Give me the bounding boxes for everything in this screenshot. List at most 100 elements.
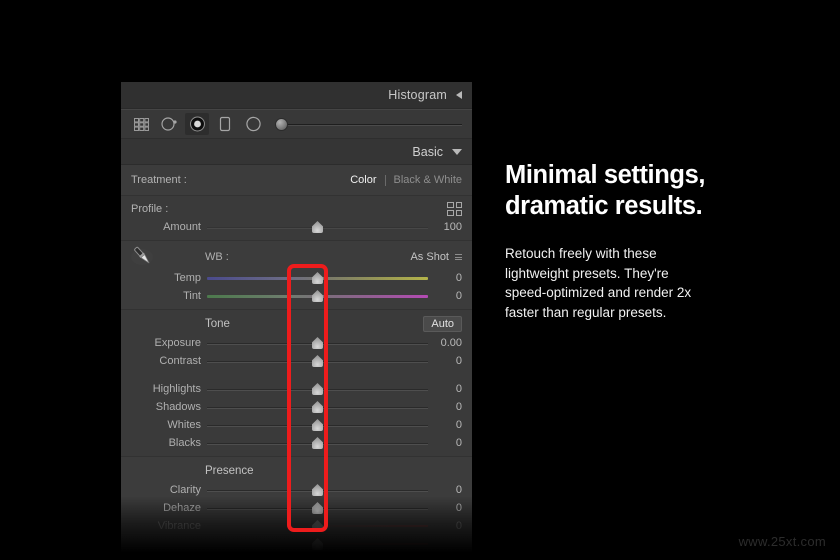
temp-value[interactable]: 0	[428, 272, 462, 284]
dehaze-label: Dehaze	[131, 502, 207, 514]
crop-overlay-tool[interactable]	[129, 113, 153, 135]
profile-label: Profile :	[131, 203, 168, 215]
blacks-value[interactable]: 0	[428, 437, 462, 449]
clarity-slider-row: Clarity 0	[121, 481, 472, 499]
highlights-value[interactable]: 0	[428, 383, 462, 395]
basic-title: Basic	[412, 145, 443, 159]
shadows-value[interactable]: 0	[428, 401, 462, 413]
temp-handle[interactable]	[312, 272, 323, 284]
lightroom-develop-panel: Histogram	[121, 82, 472, 560]
saturation-handle[interactable]	[312, 538, 323, 550]
crop-grid-icon	[133, 117, 150, 132]
rectangle-icon	[218, 116, 232, 132]
histogram-title: Histogram	[388, 88, 447, 102]
three-lines-icon[interactable]	[455, 254, 462, 260]
brush-size-slider[interactable]	[273, 117, 464, 131]
develop-toolstrip	[121, 109, 472, 139]
amount-handle[interactable]	[312, 221, 323, 233]
highlights-slider[interactable]	[207, 381, 428, 397]
contrast-slider[interactable]	[207, 353, 428, 369]
tint-slider-row: Tint 0	[121, 287, 472, 305]
whites-value[interactable]: 0	[428, 419, 462, 431]
marketing-copy: Minimal settings, dramatic results. Reto…	[505, 160, 815, 322]
dehaze-handle[interactable]	[312, 502, 323, 514]
treatment-option-black-and-white[interactable]: Black & White	[394, 174, 462, 186]
whites-slider[interactable]	[207, 417, 428, 433]
amount-label: Amount	[131, 221, 207, 233]
temp-slider[interactable]	[207, 270, 428, 286]
headline-line-2: dramatic results.	[505, 192, 702, 220]
grid-2x2-icon[interactable]	[447, 202, 462, 216]
histogram-panel-header[interactable]: Histogram	[121, 82, 472, 109]
amount-value[interactable]: 100	[428, 221, 462, 233]
white-balance-block: WB : As Shot Temp 0 Tint 0	[121, 241, 472, 310]
filled-circle-icon	[189, 116, 206, 132]
whites-handle[interactable]	[312, 419, 323, 431]
saturation-slider[interactable]	[207, 536, 428, 552]
shadows-handle[interactable]	[312, 401, 323, 413]
exposure-slider[interactable]	[207, 335, 428, 351]
amount-slider[interactable]	[207, 219, 428, 235]
temp-slider-row: Temp 0	[121, 269, 472, 287]
triangle-left-icon[interactable]	[456, 91, 462, 99]
treatment-option-color[interactable]: Color	[350, 174, 376, 186]
graduated-filter-tool[interactable]	[213, 113, 237, 135]
whites-slider-row: Whites 0	[121, 416, 472, 434]
brush-size-track	[281, 124, 462, 125]
tone-block: Tone Auto Exposure 0.00 Contrast 0 Highl…	[121, 310, 472, 457]
exposure-handle[interactable]	[312, 337, 323, 349]
vibrance-slider-row: Vibrance 0	[121, 517, 472, 535]
blacks-label: Blacks	[131, 437, 207, 449]
shadows-slider-row: Shadows 0	[121, 398, 472, 416]
tint-handle[interactable]	[312, 290, 323, 302]
clarity-value[interactable]: 0	[428, 484, 462, 496]
page-title: Minimal settings, dramatic results.	[505, 160, 815, 222]
radial-filter-tool[interactable]	[241, 113, 265, 135]
exposure-value[interactable]: 0.00	[428, 337, 462, 349]
triangle-down-icon[interactable]	[452, 149, 462, 155]
wb-label: WB :	[205, 251, 229, 263]
basic-panel-header[interactable]: Basic	[121, 139, 472, 165]
contrast-label: Contrast	[131, 355, 207, 367]
profile-block: Profile : Amount 100	[121, 196, 472, 241]
dehaze-slider[interactable]	[207, 500, 428, 516]
headline-line-1: Minimal settings,	[505, 161, 705, 189]
presence-title: Presence	[205, 465, 254, 477]
circle-with-dot-icon	[160, 116, 178, 132]
tone-title-row: Tone Auto	[121, 314, 472, 334]
watermark: www.25xt.com	[739, 534, 826, 549]
tint-value[interactable]: 0	[428, 290, 462, 302]
blacks-handle[interactable]	[312, 437, 323, 449]
vibrance-label: Vibrance	[131, 520, 207, 532]
contrast-value[interactable]: 0	[428, 355, 462, 367]
clarity-label: Clarity	[131, 484, 207, 496]
dehaze-value[interactable]: 0	[428, 502, 462, 514]
spot-removal-tool[interactable]	[157, 113, 181, 135]
exposure-label: Exposure	[131, 337, 207, 349]
brush-size-handle[interactable]	[275, 118, 288, 131]
saturation-slider-row	[121, 535, 472, 553]
exposure-slider-row: Exposure 0.00	[121, 334, 472, 352]
contrast-slider-row: Contrast 0	[121, 352, 472, 370]
red-eye-correction-tool[interactable]	[185, 113, 209, 135]
contrast-handle[interactable]	[312, 355, 323, 367]
profile-row: Profile :	[121, 200, 472, 218]
treatment-divider	[385, 175, 386, 186]
circle-outline-icon	[245, 116, 262, 132]
tint-slider[interactable]	[207, 288, 428, 304]
treatment-block: Treatment : Color Black & White	[121, 165, 472, 196]
vibrance-handle[interactable]	[312, 520, 323, 532]
blacks-slider[interactable]	[207, 435, 428, 451]
amount-slider-row: Amount 100	[121, 218, 472, 236]
vibrance-slider[interactable]	[207, 518, 428, 534]
vibrance-value[interactable]: 0	[428, 520, 462, 532]
temp-label: Temp	[131, 272, 207, 284]
shadows-slider[interactable]	[207, 399, 428, 415]
clarity-slider[interactable]	[207, 482, 428, 498]
clarity-handle[interactable]	[312, 484, 323, 496]
auto-tone-button[interactable]: Auto	[423, 316, 462, 332]
shadows-label: Shadows	[131, 401, 207, 413]
wb-preset-value[interactable]: As Shot	[410, 251, 449, 263]
highlights-label: Highlights	[131, 383, 207, 395]
highlights-handle[interactable]	[312, 383, 323, 395]
